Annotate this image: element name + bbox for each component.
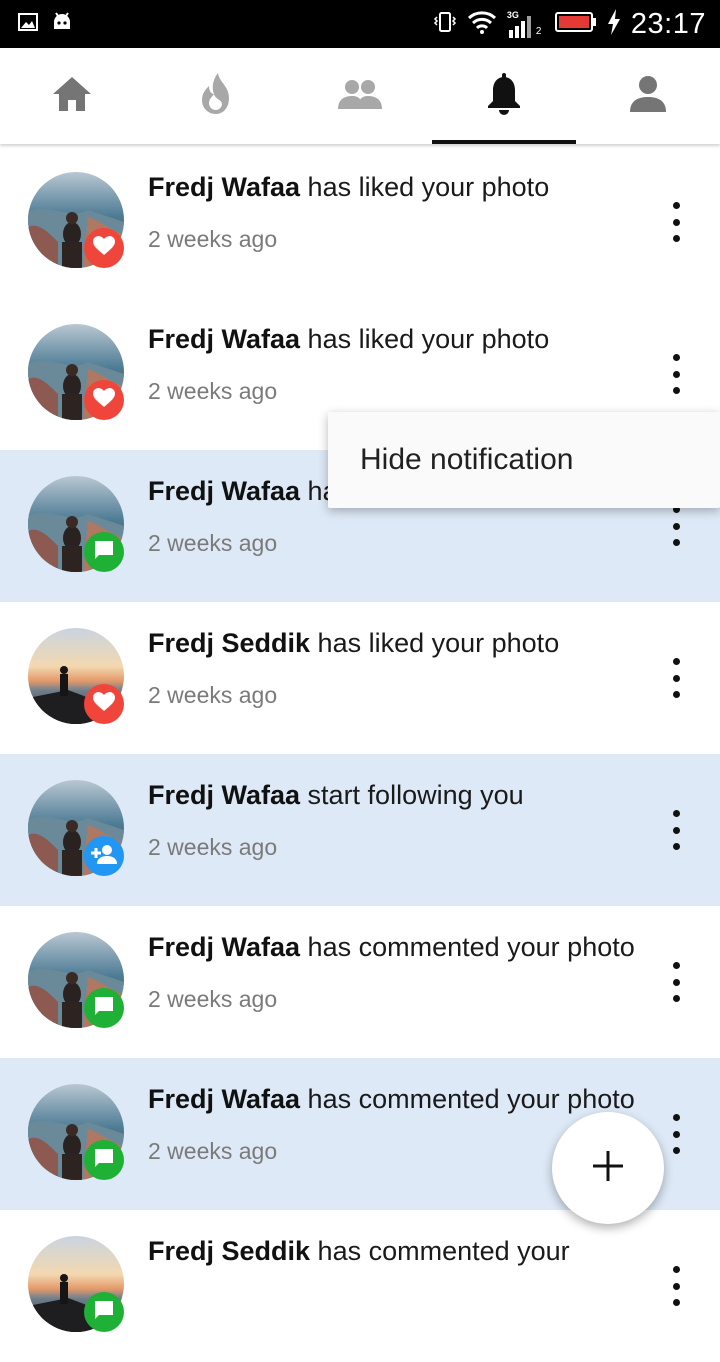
comment-badge bbox=[84, 988, 124, 1028]
bell-icon bbox=[486, 72, 522, 120]
comment-icon bbox=[93, 1147, 115, 1174]
notification-text: Fredj Wafaa has liked your photo bbox=[148, 172, 549, 203]
like-badge bbox=[84, 684, 124, 724]
notification-user[interactable]: Fredj Wafaa bbox=[148, 324, 300, 354]
plus-icon bbox=[593, 1150, 623, 1186]
notification-user[interactable]: Fredj Seddik bbox=[148, 1236, 310, 1266]
more-vert-icon bbox=[672, 658, 680, 665]
more-vert-icon bbox=[672, 202, 680, 209]
more-options-button[interactable] bbox=[660, 506, 692, 546]
notification-action: has liked your photo bbox=[300, 324, 550, 354]
notification-user[interactable]: Fredj Wafaa bbox=[148, 172, 300, 202]
more-vert-icon bbox=[672, 962, 680, 969]
comment-icon bbox=[93, 995, 115, 1022]
like-badge bbox=[84, 380, 124, 420]
notification-row[interactable]: Fredj Wafaa has commented your photo 2 we… bbox=[0, 906, 720, 1058]
home-icon bbox=[51, 75, 93, 118]
signal-icon: 3G 2 bbox=[506, 10, 542, 38]
battery-low-icon bbox=[554, 11, 597, 38]
notification-time: 2 weeks ago bbox=[148, 378, 278, 404]
more-options-button[interactable] bbox=[660, 354, 692, 394]
more-options-button[interactable] bbox=[660, 202, 692, 242]
notification-user[interactable]: Fredj Wafaa bbox=[148, 932, 300, 962]
more-vert-icon bbox=[672, 354, 680, 361]
notification-action: has commented your photo bbox=[300, 1084, 635, 1114]
add-fab-button[interactable] bbox=[552, 1112, 664, 1224]
flame-icon bbox=[198, 72, 234, 121]
tab-people[interactable] bbox=[288, 48, 432, 144]
notification-text: Fredj Wafaa start following you bbox=[148, 780, 524, 811]
comment-icon bbox=[93, 1299, 115, 1326]
notification-text: Fredj Wafaa has commented your photo bbox=[148, 1084, 635, 1115]
hide-notification-menu-item[interactable]: Hide notification bbox=[360, 443, 573, 477]
notification-row[interactable]: Fredj Seddik has commented your bbox=[0, 1210, 720, 1362]
more-options-button[interactable] bbox=[660, 810, 692, 850]
gallery-icon bbox=[18, 13, 38, 36]
comment-badge bbox=[84, 1140, 124, 1180]
wifi-icon bbox=[467, 10, 497, 39]
like-badge bbox=[84, 228, 124, 268]
clock: 23:17 bbox=[630, 7, 706, 40]
notification-time: 2 weeks ago bbox=[148, 1138, 278, 1164]
tab-notifications[interactable] bbox=[432, 48, 576, 144]
notification-action: has liked your photo bbox=[300, 172, 550, 202]
notification-time: 2 weeks ago bbox=[148, 530, 278, 556]
follow-badge bbox=[84, 836, 124, 876]
notification-time: 2 weeks ago bbox=[148, 834, 278, 860]
heart-icon bbox=[93, 691, 115, 717]
notification-row[interactable]: Fredj Seddik has liked your photo 2 weeks… bbox=[0, 602, 720, 754]
android-icon bbox=[52, 12, 72, 37]
person-icon bbox=[630, 75, 666, 117]
notification-text: Fredj Seddik has liked your photo bbox=[148, 628, 559, 659]
notification-text: Fredj Wafaa has commented your photo bbox=[148, 932, 635, 963]
notification-action: start following you bbox=[300, 780, 524, 810]
notification-user[interactable]: Fredj Wafaa bbox=[148, 1084, 300, 1114]
notification-user[interactable]: Fredj Seddik bbox=[148, 628, 310, 658]
notification-user[interactable]: Fredj Wafaa bbox=[148, 780, 300, 810]
tab-profile[interactable] bbox=[576, 48, 720, 144]
top-tab-bar bbox=[0, 48, 720, 144]
comment-badge bbox=[84, 532, 124, 572]
notification-options-menu: Hide notification bbox=[328, 412, 720, 508]
more-options-button[interactable] bbox=[660, 658, 692, 698]
notification-text: Fredj Seddik has commented your bbox=[148, 1236, 570, 1267]
notification-text: Fredj Wafaa ha bbox=[148, 476, 338, 507]
vibrate-icon bbox=[433, 10, 457, 39]
notification-time: 2 weeks ago bbox=[148, 986, 278, 1012]
notification-row[interactable]: Fredj Wafaa has liked your photo 2 weeks … bbox=[0, 146, 720, 298]
comment-badge bbox=[84, 1292, 124, 1332]
notification-time: 2 weeks ago bbox=[148, 682, 278, 708]
status-bar: 3G 2 23:17 bbox=[0, 0, 720, 48]
more-options-button[interactable] bbox=[660, 962, 692, 1002]
notification-text: Fredj Wafaa has liked your photo bbox=[148, 324, 549, 355]
people-icon bbox=[338, 79, 382, 114]
notification-action: has commented your photo bbox=[300, 932, 635, 962]
comment-icon bbox=[93, 539, 115, 566]
heart-icon bbox=[93, 387, 115, 413]
tab-home[interactable] bbox=[0, 48, 144, 144]
more-vert-icon bbox=[672, 810, 680, 817]
heart-icon bbox=[93, 235, 115, 261]
notification-action: has commented your bbox=[310, 1236, 570, 1266]
more-options-button[interactable] bbox=[660, 1266, 692, 1306]
active-tab-indicator bbox=[432, 140, 576, 144]
tab-trending[interactable] bbox=[144, 48, 288, 144]
notification-action: has liked your photo bbox=[310, 628, 560, 658]
more-vert-icon bbox=[672, 1266, 680, 1273]
person-add-icon bbox=[91, 844, 117, 869]
notification-time: 2 weeks ago bbox=[148, 226, 278, 252]
charging-icon bbox=[607, 8, 621, 40]
more-vert-icon bbox=[672, 1114, 680, 1121]
notification-user[interactable]: Fredj Wafaa bbox=[148, 476, 300, 506]
more-options-button[interactable] bbox=[660, 1114, 692, 1154]
notification-row[interactable]: Fredj Wafaa start following you 2 weeks a… bbox=[0, 754, 720, 906]
